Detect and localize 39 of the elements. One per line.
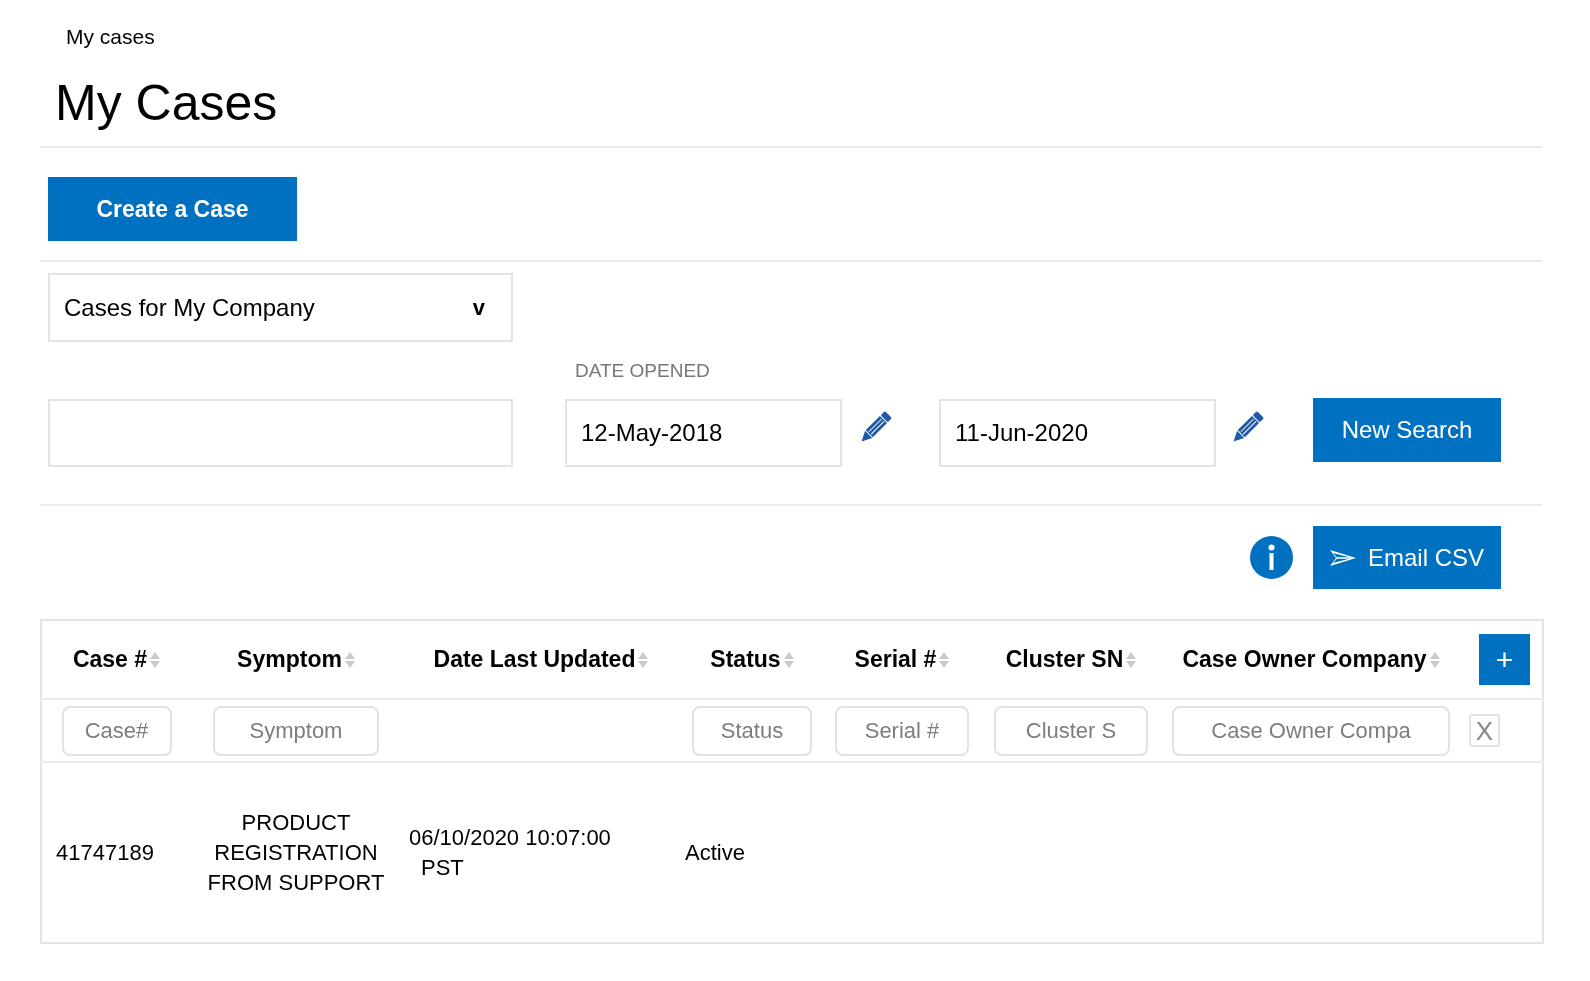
filter-input[interactable]: Case Owner Compa [1172, 705, 1450, 756]
create-case-button[interactable]: Create a Case [48, 177, 297, 241]
search-field[interactable] [48, 399, 513, 467]
sort-icon[interactable] [150, 651, 161, 670]
table-cell: 06/10/2020 10:07:00 PST [401, 762, 681, 943]
column-header[interactable]: Case # [72, 646, 148, 673]
filter-input[interactable]: Status [692, 705, 812, 756]
sort-icon[interactable] [1429, 651, 1440, 670]
sort-icon[interactable] [638, 651, 649, 670]
send-icon [1330, 549, 1356, 566]
column-header[interactable]: Status [710, 646, 781, 673]
sort-icon[interactable] [344, 651, 355, 670]
table-cell: 41747189 [41, 762, 191, 943]
column-header[interactable]: Symptom [237, 646, 342, 673]
clear-filters-button[interactable]: X [1469, 714, 1500, 747]
email-csv-button[interactable]: Email CSV [1313, 526, 1501, 589]
sort-icon[interactable] [1126, 651, 1137, 670]
case-scope-dropdown[interactable]: Cases for My Company v [48, 273, 513, 342]
date-opened-label: DATE OPENED [575, 360, 710, 382]
add-column-button[interactable]: + [1479, 634, 1530, 685]
page-title: My Cases [55, 74, 278, 133]
column-header[interactable]: Cluster SN [1005, 646, 1124, 673]
filter-input[interactable]: Cluster S [994, 705, 1148, 756]
sort-icon[interactable] [939, 651, 950, 670]
table-cell: PRODUCT REGISTRATION FROM SUPPORT [191, 762, 401, 943]
caret-icon[interactable]: v [472, 291, 485, 324]
date-field[interactable]: 11-Jun-2020 [939, 398, 1216, 467]
info-icon[interactable] [1250, 536, 1293, 579]
sort-icon[interactable] [783, 651, 794, 670]
column-header[interactable]: Case Owner Company [1182, 646, 1427, 673]
filter-input[interactable]: Symptom [213, 705, 379, 756]
column-header[interactable]: Serial # [854, 646, 937, 673]
table-cell: Active [681, 762, 823, 943]
filter-input[interactable]: Serial # [835, 705, 969, 756]
date-field[interactable]: 12-May-2018 [565, 398, 842, 467]
new-search-button[interactable]: New Search [1313, 398, 1501, 462]
filter-input[interactable]: Case# [61, 705, 172, 756]
breadcrumb: My cases [66, 25, 155, 49]
column-header[interactable]: Date Last Updated [433, 646, 636, 673]
